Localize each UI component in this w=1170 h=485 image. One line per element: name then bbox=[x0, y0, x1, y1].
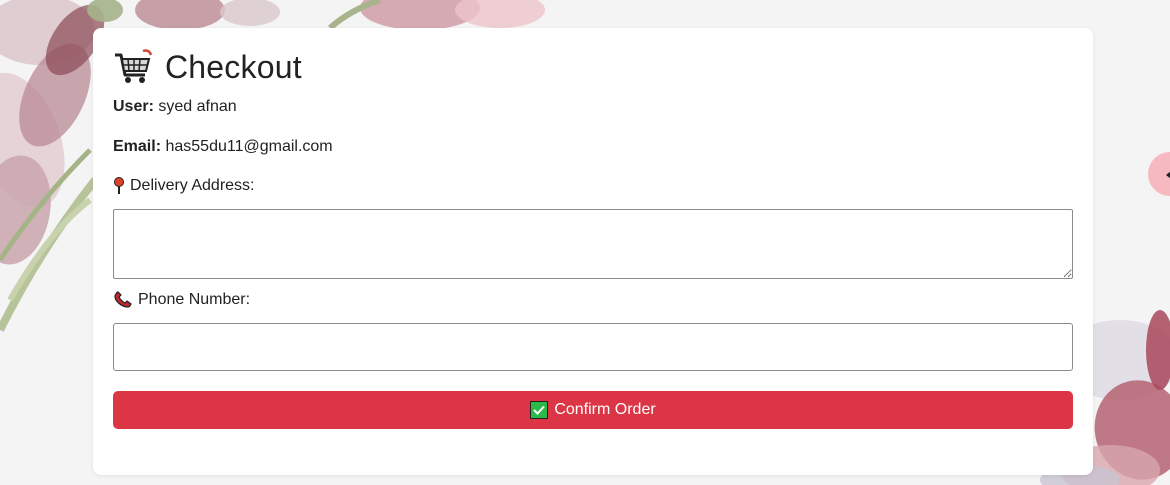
email-label: Email: bbox=[113, 138, 162, 155]
confirm-order-label: Confirm Order bbox=[554, 401, 656, 418]
email-value: has55du11@gmail.com bbox=[165, 138, 333, 155]
shopping-cart-icon bbox=[115, 49, 153, 83]
user-value: syed afnan bbox=[158, 98, 237, 115]
pushpin-icon bbox=[114, 177, 124, 194]
user-info: User: syed afnan bbox=[113, 98, 237, 116]
phone-number-field[interactable] bbox=[113, 323, 1073, 371]
checkout-card: Checkout User: syed afnan Email: has55du… bbox=[93, 28, 1093, 475]
telephone-receiver-icon bbox=[114, 291, 132, 308]
user-label: User: bbox=[113, 98, 154, 115]
email-info: Email: has55du11@gmail.com bbox=[113, 138, 333, 156]
delivery-address-field[interactable] bbox=[113, 209, 1073, 279]
checkout-header: Checkout bbox=[113, 46, 302, 88]
phone-number-label: Phone Number: bbox=[113, 291, 250, 309]
confirm-order-button[interactable]: Confirm Order bbox=[113, 391, 1073, 429]
delivery-address-label: Delivery Address: bbox=[113, 177, 255, 195]
chevron-left-icon bbox=[1166, 171, 1170, 179]
delivery-address-text: Delivery Address: bbox=[130, 177, 255, 194]
phone-number-text: Phone Number: bbox=[138, 291, 251, 308]
check-mark-button-icon bbox=[530, 401, 549, 419]
page-title: Checkout bbox=[165, 48, 302, 85]
